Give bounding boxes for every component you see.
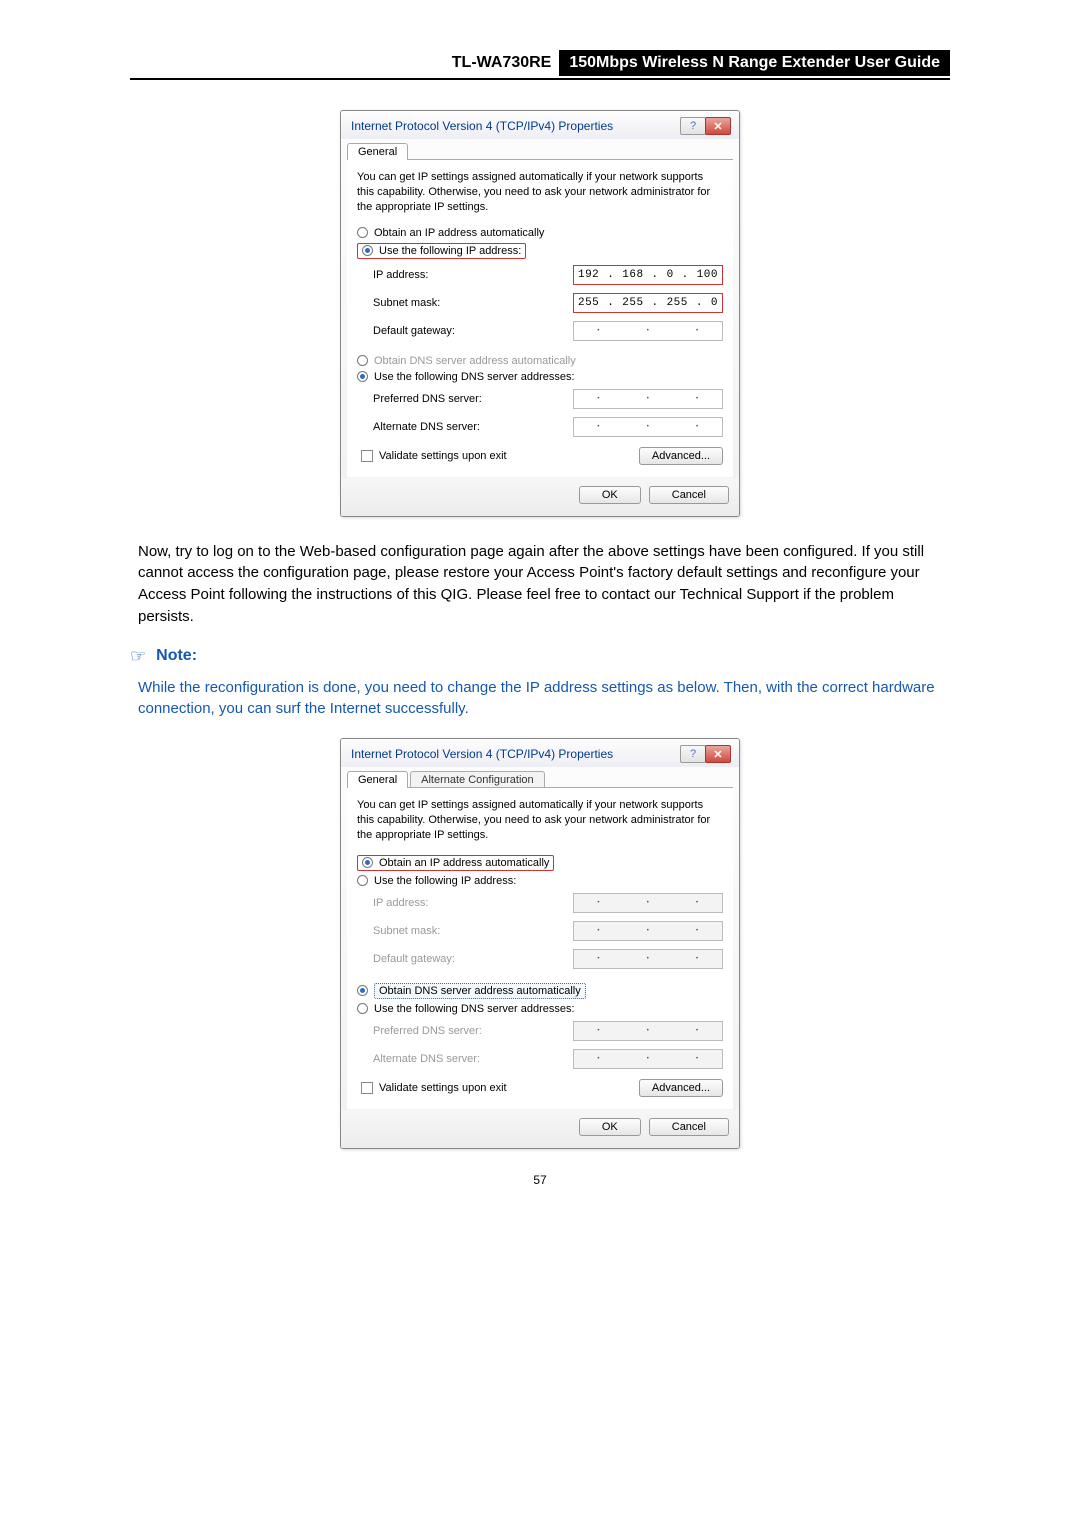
label-pref-dns: Preferred DNS server:: [373, 393, 573, 405]
note-label: Note:: [156, 647, 197, 665]
radio-icon: [357, 875, 368, 886]
label-alt-dns: Alternate DNS server:: [373, 421, 573, 433]
cancel-button[interactable]: Cancel: [649, 1118, 729, 1136]
radio-label: Obtain DNS server address automatically: [374, 355, 576, 367]
radio-icon: [357, 1003, 368, 1014]
tab-alternate-config[interactable]: Alternate Configuration: [410, 771, 545, 788]
radio-label: Obtain DNS server address automatically: [379, 985, 581, 997]
radio-icon: [357, 355, 368, 366]
model-number: TL-WA730RE: [444, 50, 560, 76]
ip-address-input[interactable]: 192. 168. 0. 100: [573, 265, 723, 285]
guide-title: 150Mbps Wireless N Range Extender User G…: [559, 50, 950, 76]
radio-icon: [357, 985, 368, 996]
radio-dns-auto[interactable]: Obtain DNS server address automatically: [357, 981, 723, 1001]
radio-dns-manual[interactable]: Use the following DNS server addresses:: [357, 1001, 723, 1017]
radio-label: Obtain an IP address automatically: [379, 857, 549, 869]
ok-button[interactable]: OK: [579, 1118, 641, 1136]
alt-dns-input: •••: [573, 1049, 723, 1069]
radio-icon: [362, 245, 373, 256]
tab-general[interactable]: General: [347, 771, 408, 788]
radio-label: Obtain an IP address automatically: [374, 227, 544, 239]
advanced-button[interactable]: Advanced...: [639, 447, 723, 465]
cancel-button[interactable]: Cancel: [649, 486, 729, 504]
help-button[interactable]: ?: [680, 117, 706, 135]
label-ip-address: IP address:: [373, 897, 573, 909]
ipv4-properties-dialog-1: Internet Protocol Version 4 (TCP/IPv4) P…: [340, 110, 740, 517]
ipv4-properties-dialog-2: Internet Protocol Version 4 (TCP/IPv4) P…: [340, 738, 740, 1149]
pref-dns-input: •••: [573, 1021, 723, 1041]
titlebar: Internet Protocol Version 4 (TCP/IPv4) P…: [341, 739, 739, 767]
ok-button[interactable]: OK: [579, 486, 641, 504]
page-header: TL-WA730RE150Mbps Wireless N Range Exten…: [130, 50, 950, 80]
validate-label: Validate settings upon exit: [379, 1082, 507, 1094]
radio-ip-auto[interactable]: Obtain an IP address automatically: [357, 853, 723, 873]
radio-dns-auto: Obtain DNS server address automatically: [357, 353, 723, 369]
label-pref-dns: Preferred DNS server:: [373, 1025, 573, 1037]
description: You can get IP settings assigned automat…: [357, 798, 723, 843]
label-subnet: Subnet mask:: [373, 297, 573, 309]
close-button[interactable]: ✕: [705, 745, 731, 763]
subnet-mask-input: •••: [573, 921, 723, 941]
radio-label: Use the following IP address:: [374, 875, 516, 887]
tab-general[interactable]: General: [347, 143, 408, 160]
radio-icon: [357, 227, 368, 238]
gateway-input[interactable]: •••: [573, 321, 723, 341]
radio-dns-manual[interactable]: Use the following DNS server addresses:: [357, 369, 723, 385]
body-paragraph: Now, try to log on to the Web-based conf…: [138, 541, 950, 628]
description: You can get IP settings assigned automat…: [357, 170, 723, 215]
radio-ip-manual[interactable]: Use the following IP address:: [357, 873, 723, 889]
radio-icon: [362, 857, 373, 868]
alt-dns-input[interactable]: •••: [573, 417, 723, 437]
gateway-input: •••: [573, 949, 723, 969]
radio-label: Use the following IP address:: [379, 245, 521, 257]
radio-ip-manual[interactable]: Use the following IP address:: [357, 241, 723, 261]
radio-ip-auto[interactable]: Obtain an IP address automatically: [357, 225, 723, 241]
ip-address-input: •••: [573, 893, 723, 913]
label-ip-address: IP address:: [373, 269, 573, 281]
label-gateway: Default gateway:: [373, 953, 573, 965]
label-alt-dns: Alternate DNS server:: [373, 1053, 573, 1065]
validate-checkbox[interactable]: [361, 450, 373, 462]
page-number: 57: [130, 1173, 950, 1187]
label-subnet: Subnet mask:: [373, 925, 573, 937]
radio-label: Use the following DNS server addresses:: [374, 371, 575, 383]
pref-dns-input[interactable]: •••: [573, 389, 723, 409]
validate-checkbox[interactable]: [361, 1082, 373, 1094]
dialog-title: Internet Protocol Version 4 (TCP/IPv4) P…: [351, 747, 613, 761]
close-button[interactable]: ✕: [705, 117, 731, 135]
note-text: While the reconfiguration is done, you n…: [138, 677, 950, 721]
radio-label: Use the following DNS server addresses:: [374, 1003, 575, 1015]
tab-panel: You can get IP settings assigned automat…: [347, 787, 733, 1109]
titlebar: Internet Protocol Version 4 (TCP/IPv4) P…: [341, 111, 739, 139]
validate-label: Validate settings upon exit: [379, 450, 507, 462]
dialog-title: Internet Protocol Version 4 (TCP/IPv4) P…: [351, 119, 613, 133]
tab-panel: You can get IP settings assigned automat…: [347, 159, 733, 477]
pointing-hand-icon: ☞: [130, 646, 146, 667]
advanced-button[interactable]: Advanced...: [639, 1079, 723, 1097]
note-header: ☞ Note:: [130, 646, 950, 667]
radio-icon: [357, 371, 368, 382]
subnet-mask-input[interactable]: 255. 255. 255. 0: [573, 293, 723, 313]
label-gateway: Default gateway:: [373, 325, 573, 337]
help-button[interactable]: ?: [680, 745, 706, 763]
